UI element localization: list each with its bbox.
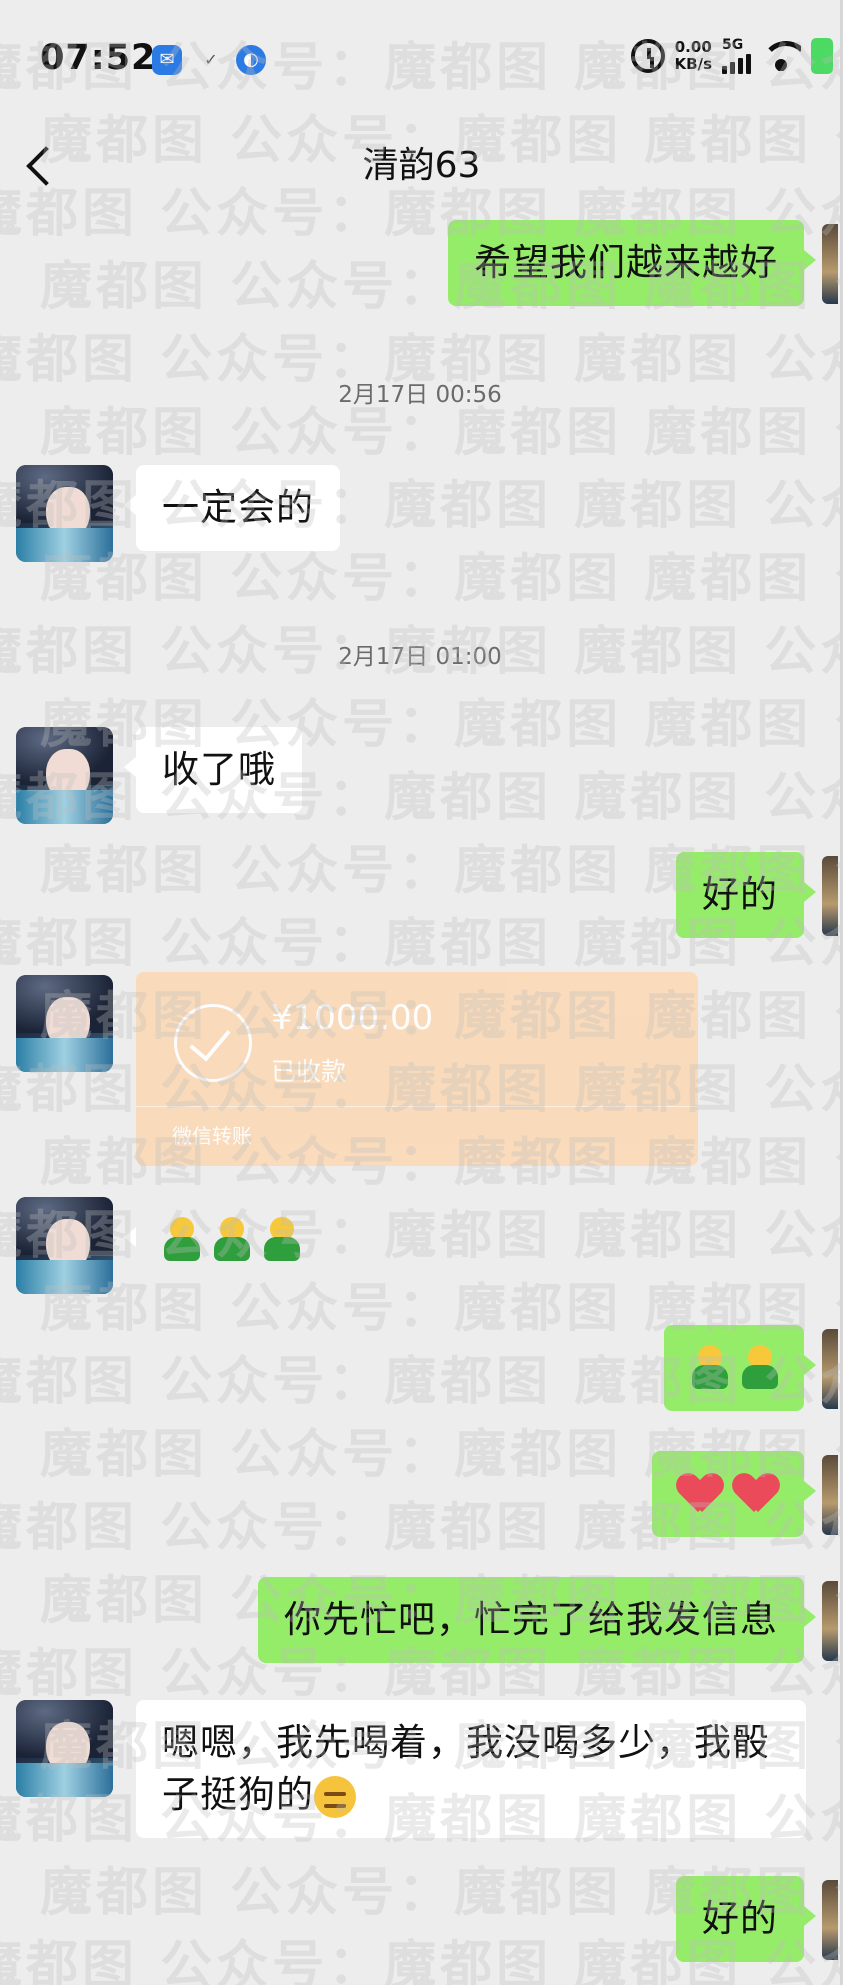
status-bar: 07:52 ✉ ✓ ◐ 0.00 KB/s 5G	[0, 0, 840, 110]
transfer-footer: 微信转账	[172, 1124, 252, 1148]
net-speed-value: 0.00	[674, 38, 712, 56]
sprout-emoji-icon	[162, 1217, 200, 1263]
timestamp: 2月17日 01:00	[338, 644, 502, 670]
notification-app-icon: ✉	[152, 45, 182, 75]
received-check-icon	[174, 1004, 252, 1082]
status-time: 07:52	[40, 38, 157, 78]
contact-avatar[interactable]	[16, 1700, 113, 1797]
chat-screen: 07:52 ✉ ✓ ◐ 0.00 KB/s 5G 清韵63 希望我们越来越好 2…	[0, 0, 843, 1985]
sprout-emoji-icon	[212, 1217, 250, 1263]
sprout-emoji-icon	[740, 1345, 778, 1391]
timestamp: 2月17日 00:56	[338, 382, 502, 408]
contact-avatar[interactable]	[16, 975, 113, 1072]
message-text: 希望我们越来越好	[474, 241, 778, 284]
incoming-message[interactable]: 嗯嗯，我先喝着，我没喝多少，我骰子挺狗的	[124, 1700, 806, 1838]
message-text: 收了哦	[162, 748, 276, 791]
message-text: 嗯嗯，我先喝着，我没喝多少，我骰子挺狗的	[162, 1721, 770, 1816]
outgoing-emoji-message[interactable]	[652, 1451, 816, 1537]
battery-icon	[811, 38, 833, 74]
signal-bars-icon	[722, 52, 751, 74]
transfer-divider	[136, 1106, 698, 1107]
contact-avatar[interactable]	[16, 465, 113, 562]
contact-avatar[interactable]	[16, 1197, 113, 1294]
message-text: 你先忙吧，忙完了给我发信息	[284, 1598, 778, 1641]
my-avatar[interactable]	[822, 856, 838, 936]
outgoing-message[interactable]: 你先忙吧，忙完了给我发信息	[258, 1577, 816, 1663]
my-avatar[interactable]	[822, 1581, 838, 1661]
outgoing-message[interactable]: 好的	[676, 852, 816, 938]
incoming-message[interactable]: 收了哦	[124, 727, 302, 813]
my-avatar[interactable]	[822, 1880, 838, 1960]
heart-emoji-icon	[678, 1474, 722, 1514]
net-speed-unit: KB/s	[674, 55, 712, 73]
outgoing-message[interactable]: 好的	[676, 1876, 816, 1962]
contact-avatar[interactable]	[16, 727, 113, 824]
check-mark-icon: ✓	[204, 50, 218, 69]
status-right-group: 0.00 KB/s 5G	[630, 38, 833, 74]
wifi-icon	[761, 41, 801, 71]
incoming-emoji-message[interactable]	[124, 1197, 326, 1283]
sprout-emoji-icon	[690, 1345, 728, 1391]
my-avatar[interactable]	[822, 1329, 838, 1409]
cellular-signal: 5G	[722, 38, 751, 74]
network-type-label: 5G	[722, 37, 744, 53]
smirk-emoji-icon	[314, 1775, 356, 1818]
chat-header: 清韵63	[0, 130, 840, 202]
outgoing-message[interactable]: 希望我们越来越好	[448, 220, 816, 306]
message-text: 一定会的	[162, 486, 314, 529]
message-text: 好的	[702, 873, 778, 916]
transfer-card[interactable]: ¥1000.00 已收款 微信转账	[136, 972, 698, 1166]
transfer-amount: ¥1000.00	[271, 998, 434, 1038]
message-text: 好的	[702, 1897, 778, 1940]
alarm-icon	[630, 39, 665, 73]
heart-emoji-icon	[734, 1474, 778, 1514]
my-avatar[interactable]	[822, 1455, 838, 1535]
sprout-emoji-icon	[262, 1217, 300, 1263]
net-speed: 0.00 KB/s	[675, 39, 712, 73]
incoming-message[interactable]: 一定会的	[124, 465, 340, 551]
my-avatar[interactable]	[822, 224, 838, 304]
browser-app-icon: ◐	[236, 45, 266, 75]
transfer-status: 已收款	[271, 1057, 347, 1086]
outgoing-emoji-message[interactable]	[664, 1325, 816, 1411]
chat-title: 清韵63	[362, 145, 481, 186]
